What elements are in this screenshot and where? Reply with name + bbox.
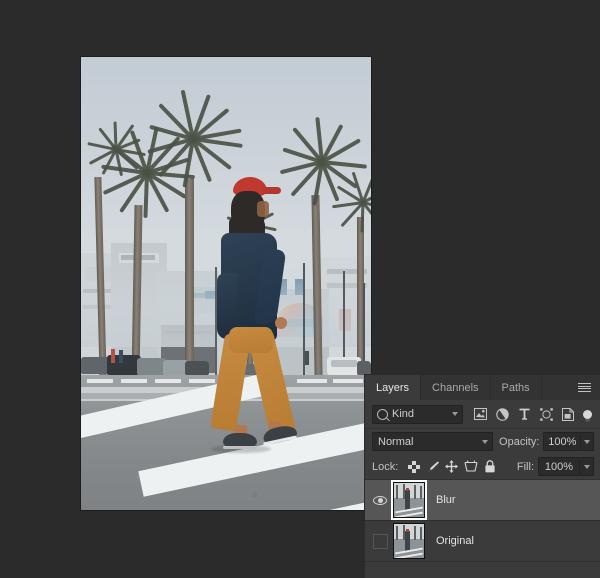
lock-label: Lock: [372,461,398,473]
opacity-label: Opacity: [499,436,539,448]
cap-brim [263,187,281,194]
layer-row-original[interactable]: Original [365,521,600,562]
palm-fronds-6 [331,169,371,233]
shape-layer-filter-icon[interactable] [535,404,557,424]
car-8 [357,361,371,375]
palm-trunk-3 [185,179,194,379]
layer-row-blur[interactable]: Blur [365,480,600,521]
palm-fronds-3 [143,87,243,187]
person-shadow [211,445,271,453]
face [257,201,269,217]
layer-thumbnail-blur[interactable] [393,482,425,518]
chevron-down-icon [482,440,488,444]
person-walking [199,177,319,507]
tab-channels-label: Channels [432,382,478,394]
opacity-stepper[interactable] [581,432,594,451]
opacity-input[interactable]: 100% [543,432,581,451]
fill-input[interactable]: 100% [538,457,580,476]
crosswalk-far-bar-7 [333,379,363,383]
layer-visibility-toggle-blur[interactable] [367,480,393,520]
smart-object-filter-icon[interactable] [557,404,579,424]
blend-mode-value: Normal [378,436,413,448]
filter-kind-select[interactable]: Kind [372,405,463,424]
pants-hip [229,327,273,353]
layer-name-blur[interactable]: Blur [436,494,456,506]
fill-value: 100% [545,461,573,473]
panel-tab-bar[interactable]: Layers Channels Paths [365,375,600,400]
lock-transparent-pixels-icon[interactable] [404,458,423,475]
layer-visibility-toggle-original[interactable] [367,521,393,561]
layer-name-original[interactable]: Original [436,535,474,547]
fill-stepper[interactable] [580,457,594,476]
blend-mode-row[interactable]: Normal Opacity: 100% [365,429,600,454]
filter-kind-label: Kind [392,408,448,420]
hamburger-menu-icon[interactable] [574,375,595,400]
crosswalk-far-bar-3 [155,379,181,383]
filter-type-icons[interactable] [469,404,594,424]
document-canvas[interactable] [81,57,371,510]
layers-panel[interactable]: Layers Channels Paths Kind [364,374,600,578]
tab-paths-label: Paths [502,382,530,394]
pedestrian-1 [111,349,115,363]
search-icon [377,409,388,420]
van-window [331,360,357,367]
layer-list[interactable]: Blur Original [365,480,600,562]
lock-position-icon[interactable] [442,458,461,475]
crosswalk-far-bar-2 [121,379,147,383]
lock-artboard-nesting-icon[interactable] [461,458,480,475]
type-layer-filter-icon[interactable] [513,404,535,424]
pixel-layer-filter-icon[interactable] [469,404,491,424]
chevron-down-icon [452,412,458,416]
tab-paths[interactable]: Paths [491,375,542,400]
lock-image-pixels-icon[interactable] [423,458,442,475]
eye-icon [373,496,387,505]
tab-channels[interactable]: Channels [421,375,490,400]
lock-row[interactable]: Lock: Fill: 100% [365,454,600,480]
hand [275,317,287,329]
filter-toggle-switch[interactable] [581,404,594,424]
crosswalk-far-bar-1 [87,379,113,383]
pedestrian-2 [119,350,123,363]
tab-layers-label: Layers [376,382,409,394]
opacity-value: 100% [548,436,576,448]
blend-mode-select[interactable]: Normal [372,432,493,451]
eye-icon-hidden [373,534,388,549]
fill-label: Fill: [517,461,534,473]
tab-layers[interactable]: Layers [365,375,421,400]
adjustment-layer-filter-icon[interactable] [491,404,513,424]
lock-all-icon[interactable] [480,458,499,475]
layer-thumbnail-original[interactable] [393,523,425,559]
layer-filter-row[interactable]: Kind [365,400,600,429]
